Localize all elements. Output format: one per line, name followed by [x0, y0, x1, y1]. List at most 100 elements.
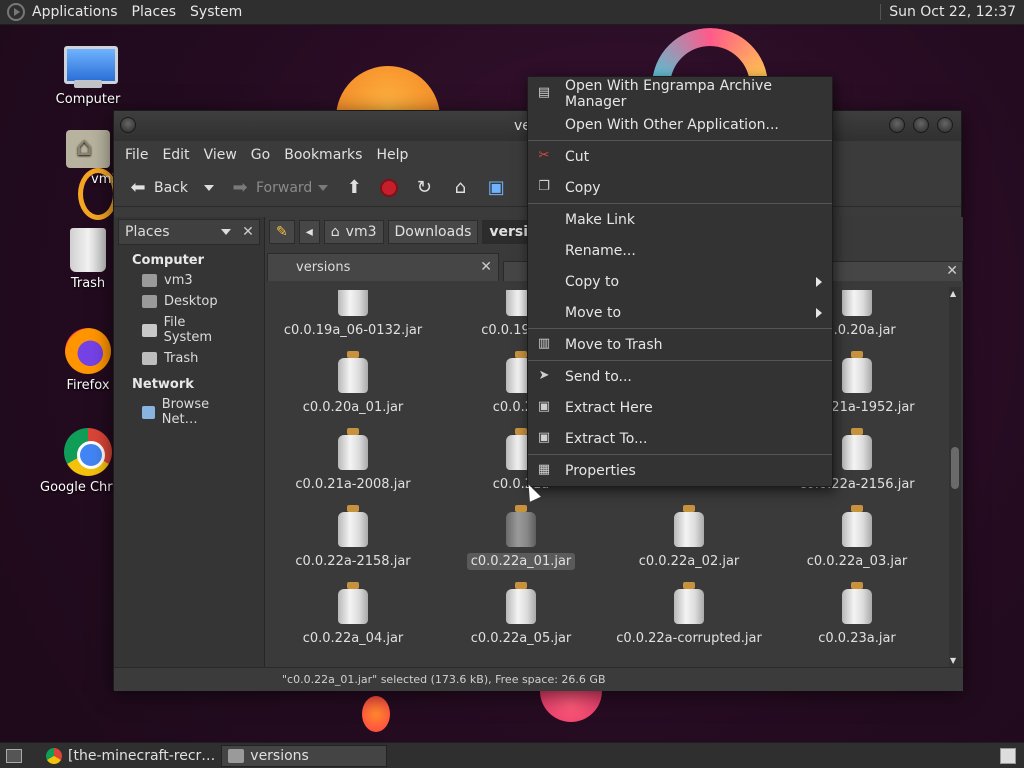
- scroll-up-icon[interactable]: ▲: [950, 289, 956, 298]
- close-tab-icon[interactable]: ✕: [480, 259, 492, 275]
- workspace-switcher-icon[interactable]: [1000, 747, 1016, 764]
- context-menu-item[interactable]: Move to: [528, 297, 832, 328]
- folder-icon: [228, 748, 245, 763]
- home-button[interactable]: ⌂: [444, 174, 476, 202]
- file-item[interactable]: c0.0.22a_05.jar: [437, 582, 605, 647]
- window-menu-button[interactable]: [120, 117, 136, 133]
- network-icon: [142, 405, 155, 419]
- computer-button[interactable]: ▣: [480, 174, 512, 202]
- context-menu-label: Send to...: [565, 368, 632, 385]
- back-button[interactable]: ⬅ Back: [122, 174, 194, 202]
- chrome-icon: [46, 747, 62, 764]
- context-menu-item[interactable]: ▤ Open With Engrampa Archive Manager: [528, 78, 832, 110]
- top-panel: Applications Places System Sun Oct 22, 1…: [0, 0, 1024, 25]
- up-button[interactable]: ⬆: [338, 174, 370, 202]
- computer-icon: [64, 46, 118, 88]
- file-item[interactable]: c0.0.19a_06-0132.jar: [269, 290, 437, 339]
- file-item[interactable]: c0.0.22a-2158.jar: [269, 505, 437, 570]
- context-menu-item[interactable]: ▣ Extract To...: [528, 423, 832, 454]
- close-tab-icon[interactable]: ✕: [946, 263, 958, 279]
- jar-file-icon: [674, 582, 704, 624]
- file-item[interactable]: c0.0.22a_04.jar: [269, 582, 437, 647]
- system-menu[interactable]: System: [183, 4, 249, 20]
- panel-clock[interactable]: Sun Oct 22, 12:37: [880, 4, 1024, 20]
- forward-button[interactable]: ➡ Forward: [224, 174, 334, 202]
- edit-location-button[interactable]: ✎: [269, 220, 295, 244]
- distro-logo-icon[interactable]: [7, 3, 25, 21]
- context-menu-item[interactable]: ▦ Properties: [528, 455, 832, 486]
- context-menu-item[interactable]: Make Link: [528, 204, 832, 235]
- file-item[interactable]: c0.0.20a_01.jar: [269, 351, 437, 416]
- minimize-button[interactable]: [889, 117, 905, 133]
- file-name: c0.0.23a.jar: [818, 631, 896, 646]
- file-item[interactable]: c0.0.22a_01.jar: [437, 505, 605, 570]
- sidebar-close-icon[interactable]: ✕: [237, 224, 259, 240]
- jar-file-icon: [338, 582, 368, 624]
- up-arrow-icon: ⬆: [346, 177, 362, 198]
- reload-button[interactable]: ↻: [408, 174, 440, 202]
- context-menu-label: Extract Here: [565, 399, 653, 416]
- sidebar-item-trash[interactable]: Trash: [114, 348, 264, 369]
- sidebar-item-browse-network[interactable]: Browse Net…: [114, 394, 264, 430]
- menu-view[interactable]: View: [197, 147, 244, 163]
- window-controls: [889, 117, 953, 133]
- desktop-icon-computer[interactable]: Computer: [40, 46, 136, 107]
- context-menu-item[interactable]: ▥ Move to Trash: [528, 329, 832, 360]
- task-chrome[interactable]: [the-minecraft-recr…: [40, 745, 221, 767]
- jar-file-icon: [506, 505, 536, 547]
- back-arrow-icon: ⬅: [130, 177, 146, 198]
- close-button[interactable]: [937, 117, 953, 133]
- context-menu-item[interactable]: Open With Other Application...: [528, 109, 832, 140]
- menu-bookmarks[interactable]: Bookmarks: [277, 147, 369, 163]
- send-icon: ➤: [538, 368, 550, 383]
- applications-menu[interactable]: Applications: [25, 4, 125, 20]
- chevron-left-icon: ◂: [305, 224, 313, 240]
- scrollbar-thumb[interactable]: [951, 447, 959, 489]
- file-item[interactable]: c0.0.22a_03.jar: [773, 505, 941, 570]
- chevron-down-icon[interactable]: [221, 229, 231, 235]
- jar-file-icon: [506, 582, 536, 624]
- context-menu-label: Copy to: [565, 273, 620, 290]
- maximize-button[interactable]: [913, 117, 929, 133]
- menu-go[interactable]: Go: [244, 147, 277, 163]
- context-menu-label: Extract To...: [565, 430, 648, 447]
- context-menu-item[interactable]: ➤ Send to...: [528, 361, 832, 392]
- tab-label: versions: [296, 260, 351, 275]
- path-scroll-left-button[interactable]: ◂: [298, 220, 320, 244]
- context-menu: ▤ Open With Engrampa Archive Manager Open …: [527, 76, 833, 487]
- forward-arrow-icon: ➡: [232, 177, 248, 198]
- context-menu-item[interactable]: Copy to: [528, 266, 832, 297]
- menu-help[interactable]: Help: [369, 147, 415, 163]
- sidebar-item-desktop[interactable]: Desktop: [114, 291, 264, 312]
- sidebar-header: Places ✕: [118, 219, 260, 245]
- jar-file-icon: [842, 290, 872, 316]
- file-item[interactable]: c0.0.21a-2008.jar: [269, 428, 437, 493]
- jar-file-icon: [338, 351, 368, 393]
- sidebar-item-vm3[interactable]: vm3: [114, 270, 264, 291]
- path-segment-downloads[interactable]: Downloads: [387, 220, 479, 244]
- scroll-down-icon[interactable]: ▼: [950, 656, 956, 665]
- sidebar-selector[interactable]: Places: [125, 224, 221, 240]
- file-item[interactable]: c0.0.22a-corrupted.jar: [605, 582, 773, 647]
- task-versions[interactable]: versions: [221, 744, 388, 767]
- menu-file[interactable]: File: [118, 147, 155, 163]
- path-segment-vm3[interactable]: ⌂ vm3: [323, 220, 384, 244]
- jar-file-icon: [338, 428, 368, 470]
- context-menu-item[interactable]: ✂ Cut: [528, 141, 832, 172]
- file-item[interactable]: c0.0.22a_02.jar: [605, 505, 773, 570]
- chevron-down-icon: [204, 184, 214, 191]
- tab-versions[interactable]: versions ✕: [267, 253, 499, 281]
- vertical-scrollbar[interactable]: ▲ ▼: [949, 287, 961, 667]
- menu-edit[interactable]: Edit: [155, 147, 196, 163]
- places-menu[interactable]: Places: [125, 4, 184, 20]
- file-item[interactable]: c0.0.23a.jar: [773, 582, 941, 647]
- stop-button[interactable]: [374, 175, 404, 201]
- show-desktop-icon[interactable]: [6, 748, 22, 763]
- sidebar-item-filesystem[interactable]: File System: [114, 312, 264, 348]
- context-menu-item[interactable]: Rename...: [528, 235, 832, 266]
- back-history-dropdown[interactable]: [198, 181, 220, 195]
- context-menu-item[interactable]: ▣ Extract Here: [528, 392, 832, 423]
- context-menu-label: Make Link: [565, 211, 635, 228]
- context-menu-item[interactable]: ❐ Copy: [528, 172, 832, 203]
- sidebar-item-label: Trash: [164, 351, 199, 366]
